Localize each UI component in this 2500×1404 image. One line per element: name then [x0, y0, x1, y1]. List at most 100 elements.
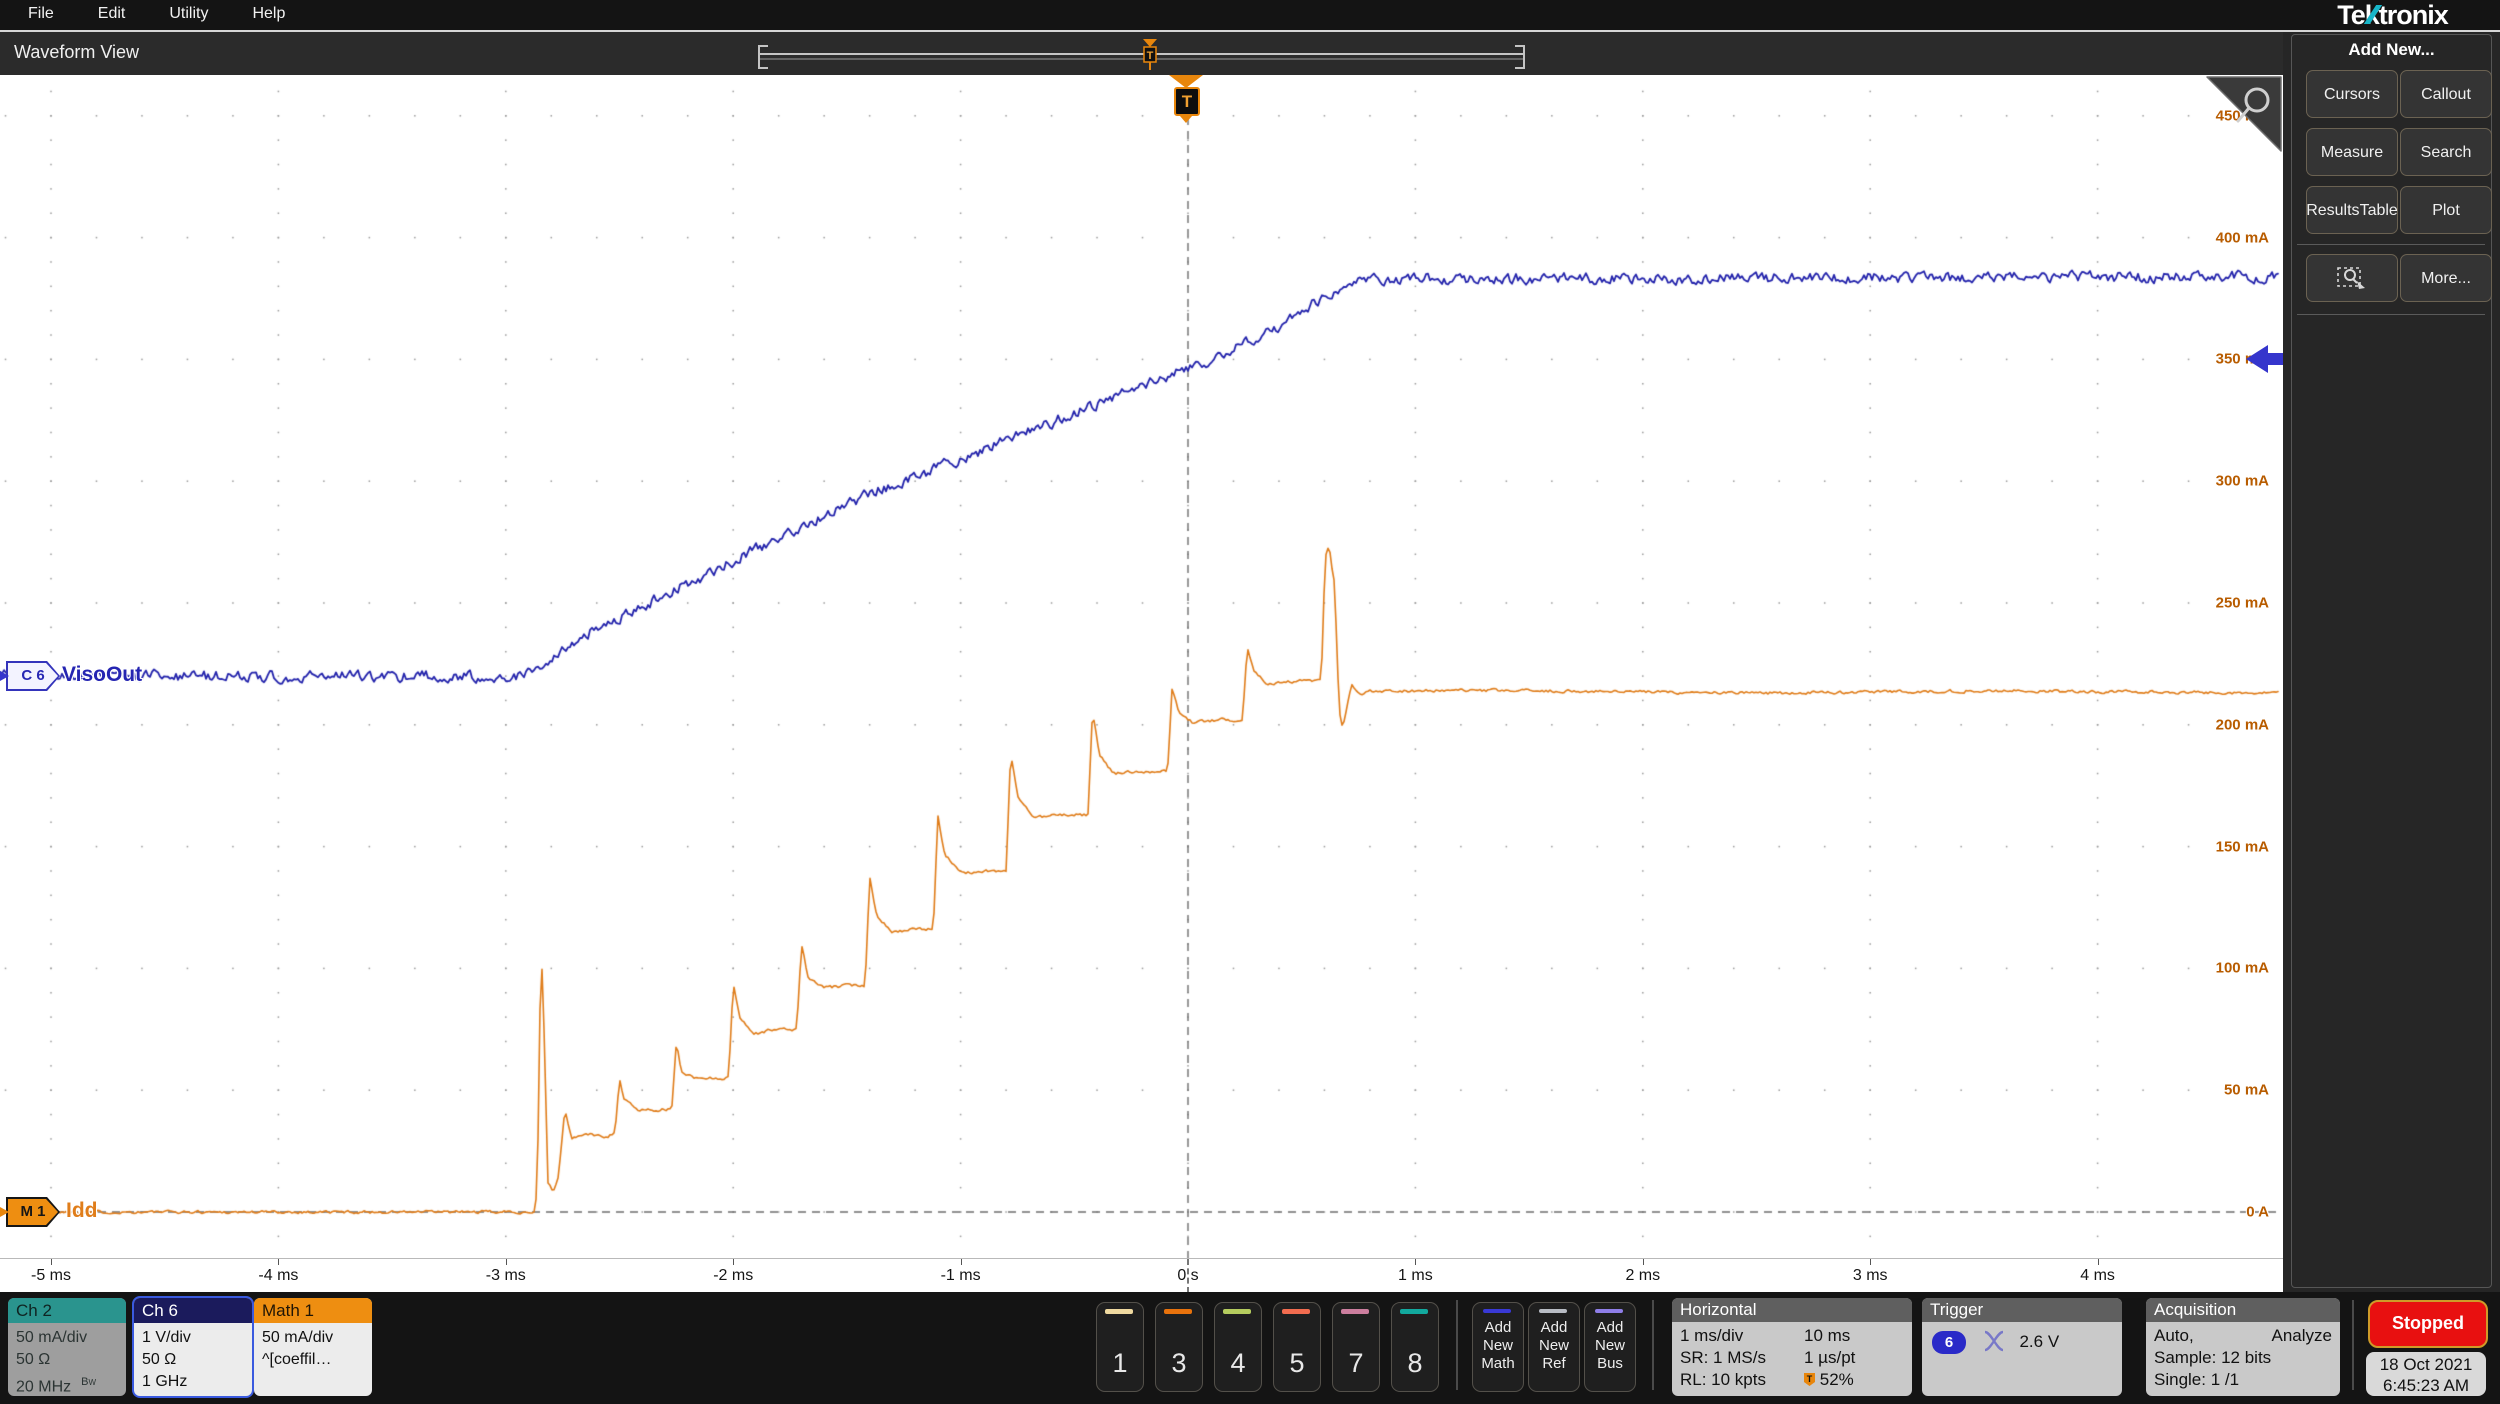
horizontal-panel-title: Horizontal [1672, 1298, 1912, 1322]
acquisition-mode: Auto, [2154, 1326, 2194, 1345]
x-axis-tick [1642, 1259, 1644, 1265]
x-axis-label: 2 ms [1625, 1267, 1661, 1284]
channel-color-strip [1483, 1309, 1511, 1313]
y-axis-label: 200 mA [2215, 716, 2269, 734]
acquisition-analyze: Analyze [2271, 1326, 2332, 1345]
ch6-level-arrow-icon[interactable] [2246, 345, 2284, 373]
channel-badge-ch2[interactable]: Ch 2 50 mA/div 50 Ω 20 MHz BW [8, 1298, 126, 1396]
search-button[interactable]: Search [2400, 128, 2492, 176]
channel-badge-math1[interactable]: Math 1 50 mA/div ^[coeffil… [254, 1298, 372, 1396]
x-axis-label: -5 ms [31, 1267, 71, 1284]
record-length: RL: 10 kpts [1680, 1370, 1766, 1389]
more-button[interactable]: More... [2400, 254, 2492, 302]
channel-badge-settings: 50 mA/div 50 Ω 20 MHz BW [16, 1329, 97, 1396]
channel-badge-ch6[interactable]: Ch 6 1 V/div 50 Ω1 GHz [134, 1298, 252, 1396]
x-axis-tick [1870, 1259, 1872, 1265]
acquisition-panel[interactable]: Acquisition Auto, Analyze Sample: 12 bit… [2146, 1298, 2340, 1396]
acquisition-single-count: Single: 1 /1 [2154, 1370, 2240, 1389]
y-axis-label: 250 mA [2215, 594, 2269, 612]
trigger-position-flag[interactable]: T [1167, 75, 1205, 125]
y-axis-label: 300 mA [2215, 472, 2269, 490]
ch6-source-badge[interactable]: C 6 [6, 661, 60, 691]
channel-button-4[interactable]: 4 [1214, 1302, 1262, 1392]
y-axis-label: 150 mA [2215, 838, 2269, 856]
x-axis-label: -2 ms [713, 1267, 754, 1284]
results-table-button[interactable]: Results Table [2306, 186, 2398, 234]
trigger-panel[interactable]: Trigger 6 2.6 V [1922, 1298, 2122, 1396]
channel-button-3[interactable]: 3 [1155, 1302, 1203, 1392]
x-axis-label: -4 ms [258, 1267, 299, 1284]
record-overview-minimap[interactable]: T [752, 38, 1532, 74]
channel-badge-title: Ch 6 [134, 1298, 252, 1323]
math1-left-edge-tick-icon [0, 1207, 9, 1217]
channel-color-strip [1105, 1309, 1133, 1314]
datetime-display: 18 Oct 2021 6:45:23 AM [2366, 1352, 2486, 1396]
minimap-trigger-flag-icon: T [1143, 39, 1157, 70]
zoom-box-icon [2337, 267, 2365, 289]
x-axis-label: 3 ms [1852, 1267, 1888, 1284]
channel-button-7[interactable]: 7 [1332, 1302, 1380, 1392]
acquisition-panel-title: Acquisition [2146, 1298, 2340, 1322]
menu-item-help[interactable]: Help [252, 5, 285, 23]
channel-badge-title: Ch 2 [8, 1298, 126, 1323]
bottom-settings-bar: Ch 2 50 mA/div 50 Ω 20 MHz BW Ch 6 1 V/div 50 Ω… [0, 1292, 2500, 1404]
svg-text:T: T [1807, 1374, 1813, 1384]
trigger-position-percent: T 52% [1804, 1370, 1854, 1390]
ch6-left-edge-tick-icon [0, 671, 9, 681]
channel-button-5[interactable]: 5 [1273, 1302, 1321, 1392]
x-axis-tick [505, 1259, 507, 1265]
waveform-graticule[interactable]: 450 mA400 mA350 mA300 mA250 mA200 mA150 … [0, 75, 2284, 1258]
tektronix-logo: Tektronix [2290, 0, 2495, 30]
date-text: 18 Oct 2021 [2379, 1355, 2473, 1374]
channel-color-strip [1595, 1309, 1623, 1313]
math1-source-badge[interactable]: M 1 [6, 1197, 60, 1227]
add-new-ref-button[interactable]: Add New Ref [1528, 1302, 1580, 1392]
add-new-math-button[interactable]: Add New Math [1472, 1302, 1524, 1392]
y-axis-label: 50 mA [2223, 1081, 2269, 1099]
add-new-bus-button[interactable]: Add New Bus [1584, 1302, 1636, 1392]
x-axis-label: 4 ms [2080, 1267, 2115, 1284]
menu-item-file[interactable]: File [28, 5, 54, 23]
either-edge-trigger-icon [1984, 1330, 2004, 1352]
channel-badge-settings: 50 mA/div ^[coeffil… [262, 1329, 334, 1368]
waveform-view-bar: Waveform View T [0, 32, 2283, 75]
channel-badge-title: Math 1 [254, 1298, 372, 1323]
x-axis-label: 1 ms [1398, 1267, 1433, 1284]
channel-color-strip [1539, 1309, 1567, 1313]
x-axis-label: -1 ms [940, 1267, 981, 1284]
menu-bar: File Edit Utility Help [0, 0, 2500, 30]
channel-button-label: 7 [1348, 1348, 1364, 1378]
trigger-source-badge: 6 [1932, 1331, 1966, 1354]
plot-button[interactable]: Plot [2400, 186, 2492, 234]
ch6-waveform-label[interactable]: VisoOut [62, 663, 142, 687]
math1-waveform-label[interactable]: Idd [66, 1199, 98, 1223]
x-axis-tick [278, 1259, 280, 1265]
x-axis-tick [960, 1259, 962, 1265]
sample-rate: SR: 1 MS/s [1680, 1348, 1766, 1367]
cursors-button[interactable]: Cursors [2306, 70, 2398, 118]
zoom-box-corner-button[interactable] [2203, 75, 2283, 157]
channel-badge-settings: 1 V/div 50 Ω1 GHz [142, 1329, 191, 1390]
waveform-canvas[interactable] [0, 75, 2283, 1258]
channel-button-label: 5 [1289, 1348, 1305, 1378]
y-axis-label: 100 mA [2215, 959, 2269, 977]
time-text: 6:45:23 AM [2382, 1376, 2469, 1395]
acquisition-sample-bits: Sample: 12 bits [2154, 1348, 2272, 1367]
channel-button-1[interactable]: 1 [1096, 1302, 1144, 1392]
zoom-box-button[interactable] [2306, 254, 2398, 302]
add-new-label: Add New... [2348, 40, 2435, 59]
menu-item-edit[interactable]: Edit [98, 5, 126, 23]
bandwidth-limit-badge: BW [81, 1376, 97, 1388]
channel-color-strip [1282, 1309, 1310, 1314]
menu-item-utility[interactable]: Utility [169, 5, 208, 23]
horizontal-panel[interactable]: Horizontal 1 ms/div SR: 1 MS/s RL: 10 kp… [1672, 1298, 1912, 1396]
measure-button[interactable]: Measure [2306, 128, 2398, 176]
logo-k-slash: k [2364, 0, 2380, 30]
callout-button[interactable]: Callout [2400, 70, 2492, 118]
trigger-flag-label: T [1174, 87, 1200, 116]
run-stop-status-button[interactable]: Stopped [2368, 1300, 2488, 1348]
y-axis-label: 0 A [2246, 1203, 2269, 1221]
channel-button-8[interactable]: 8 [1391, 1302, 1439, 1392]
svg-text:T: T [1147, 50, 1154, 62]
trigger-level: 2.6 V [2019, 1332, 2060, 1351]
